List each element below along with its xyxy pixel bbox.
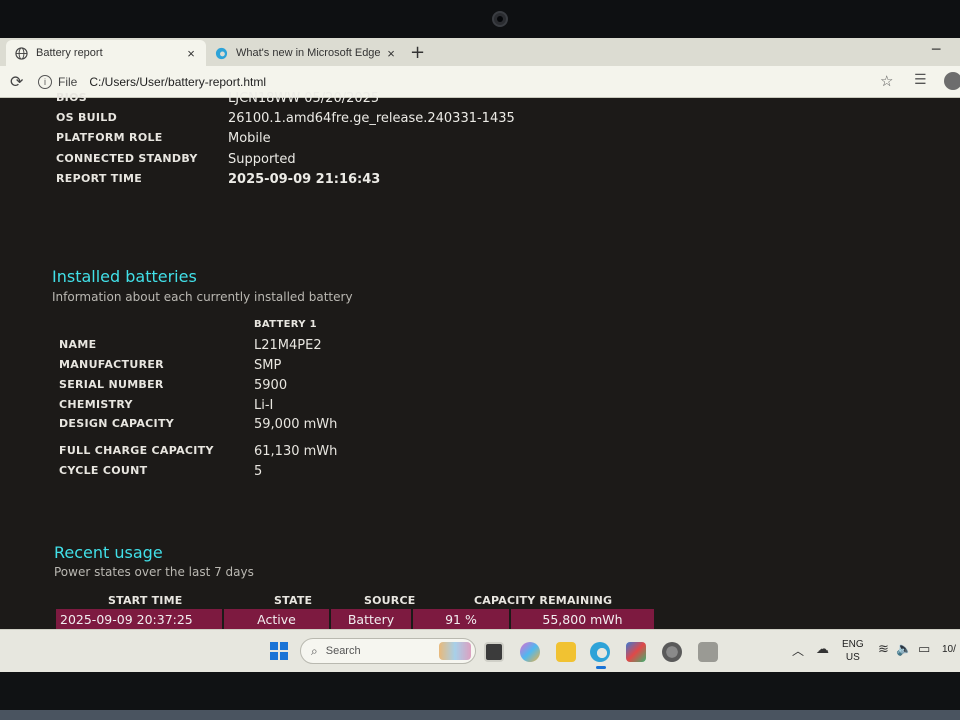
profile-avatar[interactable] [944, 72, 960, 90]
address-bar: ⟳ i File C:/Users/User/battery-report.ht… [0, 66, 960, 98]
close-icon[interactable]: × [184, 46, 198, 61]
usage-cell-source: Battery [331, 609, 413, 629]
task-view-icon[interactable] [484, 642, 504, 662]
usage-row: 2025-09-09 20:37:25 Active Battery 91 % … [56, 609, 654, 629]
app-icon[interactable] [698, 642, 718, 662]
usage-cell-percent: 91 % [413, 609, 511, 629]
close-icon[interactable]: × [384, 46, 398, 61]
globe-icon [14, 46, 28, 60]
usage-cell-start-time: 2025-09-09 20:37:25 [56, 609, 224, 629]
url-path: C:/Users/User/battery-report.html [89, 75, 267, 89]
edge-icon [214, 46, 228, 60]
search-placeholder: Search [325, 645, 361, 657]
file-explorer-icon[interactable] [556, 642, 576, 662]
bezel-top [0, 0, 960, 38]
usage-header-state: STATE [274, 594, 313, 607]
tab-battery-report[interactable]: Battery report × [6, 40, 206, 66]
battery-report-page: BIOS LJCN18WW 05/20/2025 OS BUILD 26100.… [0, 91, 960, 629]
clock[interactable]: 10/ [942, 644, 956, 655]
info-icon[interactable]: i [38, 75, 52, 89]
store-icon[interactable] [626, 642, 646, 662]
favorites-icon[interactable]: ☰ [914, 72, 927, 88]
settings-gear-icon[interactable] [662, 642, 682, 662]
search-highlight-icon [439, 642, 471, 660]
installed-batteries-subtitle: Information about each currently install… [52, 290, 353, 304]
taskbar: ⌕ Search ︿ ☁ ENG US ≋ 🔈 ▭ 10/ [0, 629, 960, 672]
tab-title: Battery report [36, 47, 103, 59]
volume-icon[interactable]: 🔈 [896, 642, 912, 657]
minimize-button[interactable]: ─ [932, 42, 940, 58]
new-tab-button[interactable]: + [410, 42, 425, 63]
battery-icon[interactable]: ▭ [918, 642, 930, 657]
webcam [492, 11, 508, 27]
start-button[interactable] [270, 642, 288, 660]
url-field[interactable]: i File C:/Users/User/battery-report.html [38, 70, 910, 94]
usage-header-start-time: START TIME [108, 594, 183, 607]
recent-usage-subtitle: Power states over the last 7 days [54, 565, 254, 579]
bezel-bottom [0, 672, 960, 720]
favorite-star-icon[interactable]: ☆ [880, 72, 893, 90]
battery-column-header: BATTERY 1 [254, 319, 317, 330]
tab-title: What's new in Microsoft Edge [236, 47, 381, 59]
installed-batteries-title: Installed batteries [52, 267, 197, 286]
wifi-icon[interactable]: ≋ [878, 642, 889, 657]
refresh-icon[interactable]: ⟳ [10, 72, 23, 91]
tray-chevron-up-icon[interactable]: ︿ [792, 642, 804, 659]
tab-strip: Battery report × What's new in Microsoft… [0, 38, 960, 66]
taskbar-search[interactable]: ⌕ Search [300, 638, 476, 664]
usage-cell-capacity: 55,800 mWh [511, 609, 654, 629]
language-indicator[interactable]: ENG US [842, 638, 864, 664]
screen: Battery report × What's new in Microsoft… [0, 38, 960, 672]
copilot-icon[interactable] [520, 642, 540, 662]
search-icon: ⌕ [311, 643, 318, 658]
tab-whats-new[interactable]: What's new in Microsoft Edge × [206, 40, 406, 66]
usage-header-source: SOURCE [364, 594, 416, 607]
url-scheme: File [58, 75, 78, 89]
cloud-icon[interactable]: ☁ [816, 642, 829, 657]
recent-usage-title: Recent usage [54, 543, 163, 562]
usage-header-capacity-remaining: CAPACITY REMAINING [474, 594, 613, 607]
edge-taskbar-icon[interactable] [590, 642, 610, 669]
usage-cell-state: Active [224, 609, 331, 629]
